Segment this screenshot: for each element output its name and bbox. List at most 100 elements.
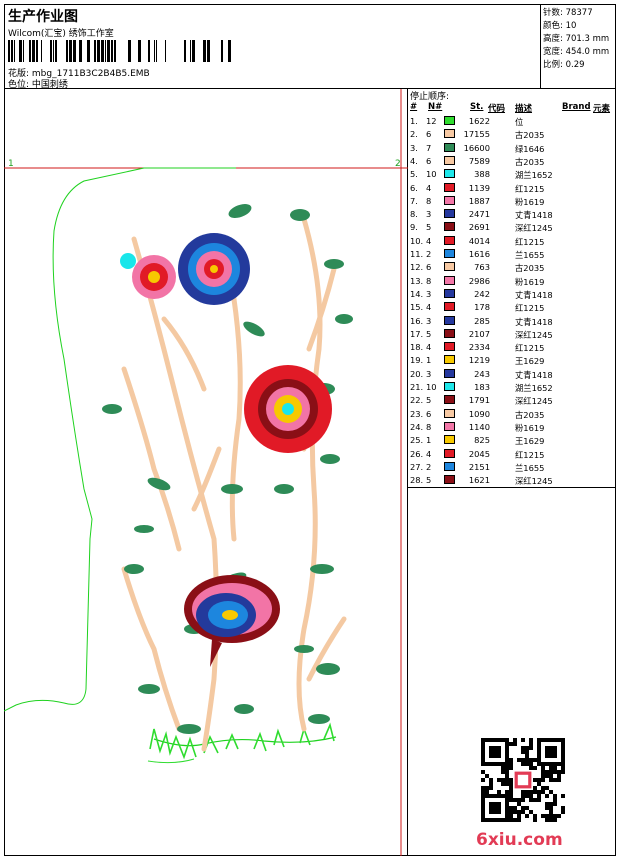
color-swatch: [444, 288, 455, 298]
stitch-count: 2107: [468, 328, 490, 339]
stitch-count: 2986: [468, 275, 490, 286]
stop-row: 18. 4 2334 红1215: [408, 341, 616, 354]
thread-description: 深红1245: [515, 329, 553, 340]
thread-description: 兰1655: [515, 462, 545, 473]
color-swatch: [444, 315, 455, 325]
stop-row: 5. 10 388 湖兰1652: [408, 168, 616, 181]
needle-number: 8: [426, 195, 432, 206]
thread-description: 丈青1418: [515, 316, 553, 327]
stitch-count: 7589: [468, 155, 490, 166]
stop-index: 12.: [410, 262, 424, 273]
color-swatch: [444, 435, 455, 445]
needle-number: 10: [426, 169, 437, 180]
thread-description: 红1215: [515, 303, 545, 314]
color-swatch: [444, 249, 455, 258]
color-swatch: [444, 408, 455, 418]
needle-number: 4: [426, 182, 432, 193]
stop-sequence-title: 停止顺序:: [410, 92, 450, 102]
stitch-count: 242: [474, 288, 490, 299]
stitch-count: 1791: [468, 395, 490, 406]
stop-index: 22.: [410, 395, 424, 406]
thread-description: 古2035: [515, 130, 545, 141]
thread-description: 丈青1418: [515, 210, 553, 221]
stop-row: 3. 7 16600 绿1646: [408, 142, 616, 155]
thread-description: 古2035: [515, 263, 545, 274]
stop-sequence-panel: 停止顺序: # N# St. 代码 描述 Brand 元素 1. 12 1622 位 2…: [408, 89, 616, 488]
needle-number: 6: [426, 155, 432, 166]
color-swatch: [444, 209, 455, 219]
thread-description: 粉1619: [515, 196, 545, 207]
grass-base: [147, 758, 195, 764]
stop-row: 13. 8 2986 粉1619: [408, 275, 616, 288]
thread-description: 位: [515, 117, 524, 127]
stop-row: 27. 2 2151 兰1655: [408, 461, 616, 474]
pink-flower: [132, 255, 176, 299]
stop-row: 2. 6 17155 古2035: [408, 128, 616, 141]
stat-colors: 颜色: 10: [543, 21, 577, 31]
stop-row: 17. 5 2107 深红1245: [408, 328, 616, 341]
needle-number: 5: [426, 328, 432, 339]
col-description: 描述: [515, 104, 533, 114]
color-swatch: [444, 475, 455, 485]
stitch-count: 4014: [468, 235, 490, 246]
stat-width: 宽度: 454.0 mm: [543, 47, 610, 57]
thread-description: 兰1655: [515, 250, 545, 260]
thread-description: 丈青1418: [515, 369, 553, 380]
needle-number: 8: [426, 275, 432, 286]
stop-row: 19. 1 1219 王1629: [408, 354, 616, 367]
color-swatch: [444, 235, 455, 245]
stop-row: 16. 3 285 丈青1418: [408, 315, 616, 328]
needle-number: 4: [426, 342, 432, 353]
color-swatch: [444, 395, 455, 405]
thread-description: 丈青1418: [515, 289, 553, 300]
stitch-count: 388: [474, 169, 490, 180]
color-swatch: [444, 368, 455, 378]
stat-stitches: 针数: 78377: [543, 8, 593, 18]
embroidery-artwork: 1 2: [4, 89, 408, 856]
stitch-count: 2045: [468, 448, 490, 459]
stop-index: 17.: [410, 328, 424, 339]
stitch-count: 1139: [468, 182, 490, 193]
stop-index: 16.: [410, 315, 424, 326]
stop-row: 15. 4 178 红1215: [408, 301, 616, 314]
stop-index: 20.: [410, 368, 424, 379]
stop-index: 4.: [410, 155, 418, 166]
stop-index: 26.: [410, 448, 424, 459]
company-name: Wilcom(汇宝) 绣饰工作室: [8, 29, 114, 39]
needle-number: 1: [426, 355, 432, 366]
color-swatch: [444, 461, 455, 471]
stop-row: 26. 4 2045 红1215: [408, 448, 616, 461]
thread-description: 红1215: [515, 183, 545, 194]
stop-index: 9.: [410, 222, 418, 233]
color-swatch: [444, 169, 455, 179]
stop-row: 6. 4 1139 红1215: [408, 182, 616, 195]
needle-number: 6: [426, 129, 432, 140]
thread-description: 古2035: [515, 409, 545, 420]
stop-index: 14.: [410, 288, 424, 299]
thread-description: 红1215: [515, 343, 545, 354]
col-needle: N#: [428, 102, 443, 112]
stitch-count: 183: [474, 382, 490, 392]
stitch-count: 1622: [468, 116, 490, 126]
color-swatch: [444, 116, 455, 125]
stop-row: 1. 12 1622 位: [408, 115, 616, 128]
needle-number: 12: [426, 116, 437, 126]
color-swatch: [444, 448, 455, 458]
stitch-count: 17155: [463, 129, 490, 140]
color-swatch: [444, 195, 455, 205]
blue-flower: [178, 233, 250, 305]
stitch-count: 178: [474, 302, 490, 313]
stop-index: 23.: [410, 408, 424, 419]
stitch-count: 1219: [468, 355, 490, 366]
stitch-count: 2471: [468, 209, 490, 220]
peony-flower: [184, 575, 280, 667]
thread-description: 红1215: [515, 236, 545, 247]
stop-index: 10.: [410, 235, 424, 246]
needle-number: 6: [426, 262, 432, 273]
header-info: 生产作业图 Wilcom(汇宝) 绣饰工作室 花版: mbg_1711B3C2B…: [4, 4, 541, 90]
col-number: #: [410, 102, 418, 112]
thread-description: 深红1245: [515, 396, 553, 407]
stitch-count: 763: [474, 262, 490, 273]
small-cyan-bud: [120, 253, 136, 269]
thread-description: 古2035: [515, 156, 545, 167]
